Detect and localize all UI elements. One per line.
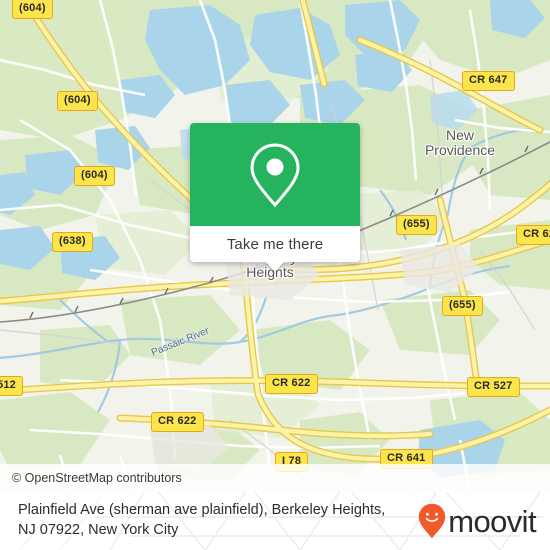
shield-route-cr-647[interactable]: CR 647 (462, 71, 515, 91)
callout-pointer-tail (265, 261, 285, 272)
moovit-pin-smile-icon (419, 503, 446, 539)
shield-route-604-c[interactable]: (604) (74, 166, 115, 186)
moovit-logo[interactable]: moovit (418, 503, 537, 539)
shield-route-655-b[interactable]: (655) (442, 296, 483, 316)
place-label-new-providence: New Providence (424, 127, 496, 158)
shield-route-604-b[interactable]: (604) (57, 91, 98, 111)
shield-route-512[interactable]: 512 (0, 376, 23, 396)
map-pin-icon (250, 142, 300, 207)
shield-route-638[interactable]: (638) (52, 232, 93, 252)
moovit-wordmark: moovit (448, 503, 536, 539)
moovit-map-share-card: New Providence Berkeley Heights Passaic … (0, 0, 550, 550)
location-callout-card[interactable]: Take me there (190, 123, 360, 262)
shield-route-604-a[interactable]: (604) (12, 0, 53, 19)
shield-route-cr-527[interactable]: CR 527 (467, 377, 520, 397)
osm-attribution-text: © OpenStreetMap contributors (12, 471, 182, 485)
callout-icon-area (190, 123, 360, 226)
shield-route-cr-622-left[interactable]: CR 622 (151, 412, 204, 432)
shield-route-cr-622-right[interactable]: CR 622 (516, 225, 550, 245)
shield-route-655-a[interactable]: (655) (396, 215, 437, 235)
location-address-text: Plainfield Ave (sherman ave plainfield),… (18, 502, 386, 538)
callout-action-area[interactable]: Take me there (190, 226, 360, 262)
footer-bar: Plainfield Ave (sherman ave plainfield),… (0, 492, 550, 550)
shield-route-cr-622-mid[interactable]: CR 622 (265, 374, 318, 394)
take-me-there-button[interactable]: Take me there (227, 236, 323, 253)
osm-attribution: © OpenStreetMap contributors (0, 464, 550, 492)
